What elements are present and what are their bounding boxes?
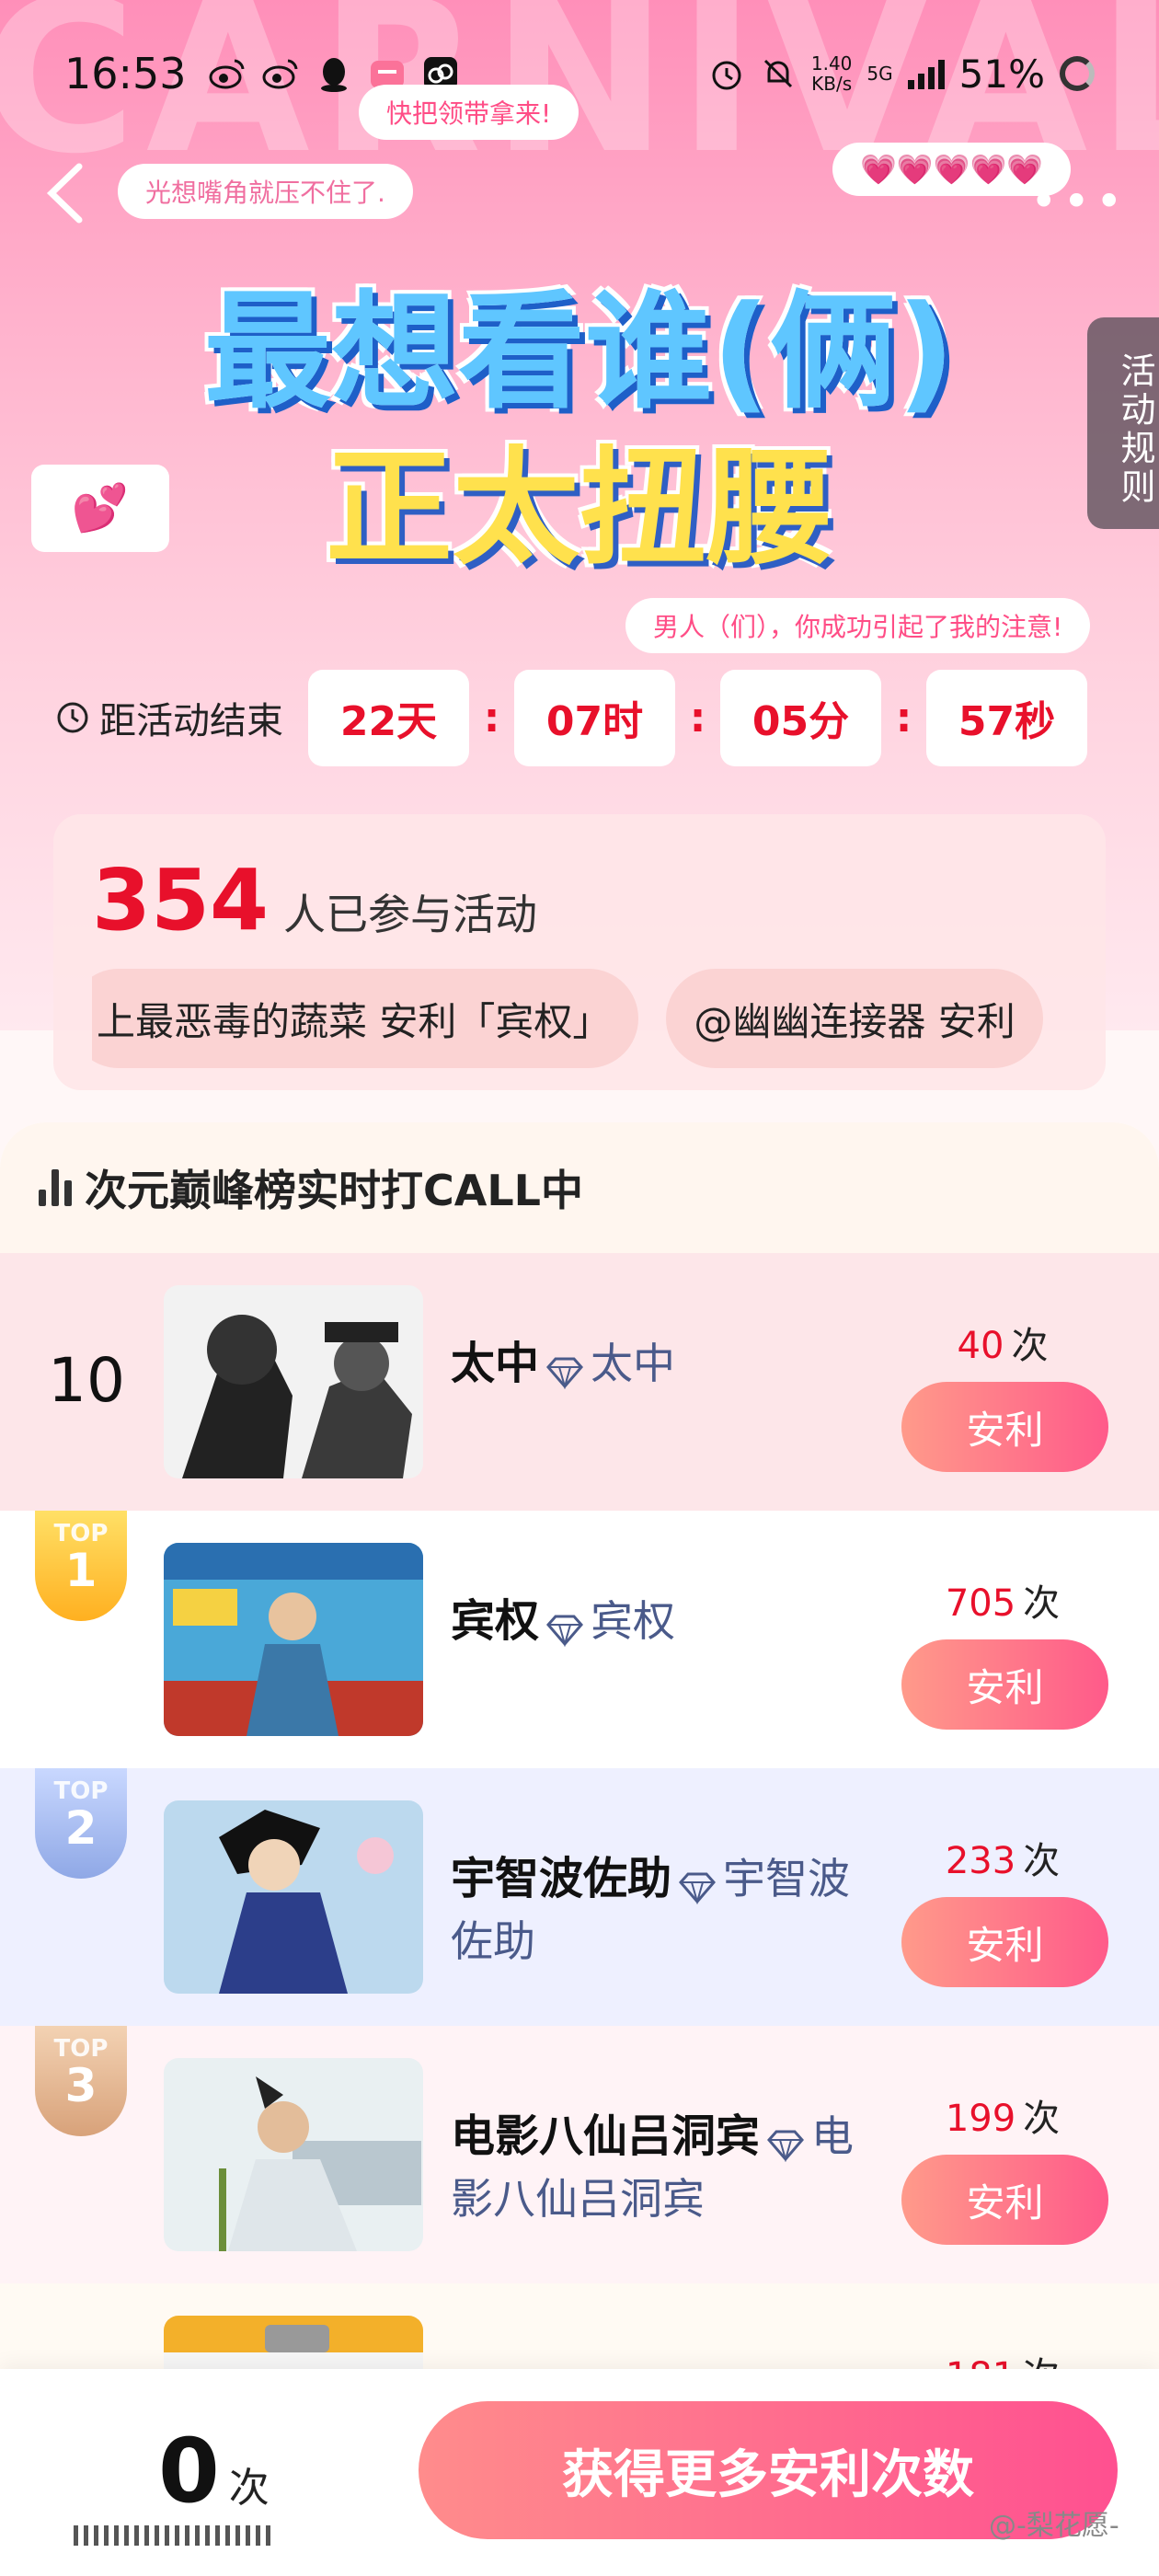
decorative-barcode [74, 2525, 270, 2546]
countdown-hours: 07时 [514, 669, 675, 766]
leaderboard-row: TOP 1 宾权 宾权 705 次 安利 [0, 1511, 1159, 1768]
my-remaining-count: 0次 [158, 2420, 270, 2523]
countdown-seconds: 57秒 [926, 669, 1087, 766]
countdown-days: 22天 [308, 669, 469, 766]
recommend-button[interactable]: 安利 [901, 1639, 1108, 1730]
participants-panel: 354 人已参与活动 上最恶毒的蔬菜 安利「宾权」 @幽幽连接器 安利 [53, 814, 1106, 1090]
qq-icon [316, 55, 352, 92]
character-name-area: 宇智波佐助 宇智波佐助 [451, 1842, 855, 1969]
character-subname: 宾权 [591, 1596, 676, 1646]
weibo-icon [209, 55, 246, 92]
diamond-icon [545, 1614, 585, 1650]
ticker-item: @幽幽连接器 安利 [666, 969, 1043, 1068]
watermark: @-梨花愿- [989, 2510, 1119, 2542]
leaderboard-header: 次元巅峰榜实时打CALL中 [0, 1122, 1159, 1253]
more-options-icon[interactable]: ••• [1030, 175, 1128, 228]
vote-count: 40 次 [957, 1325, 1049, 1367]
hearts-decoration: 💕 [31, 465, 169, 552]
bottom-bar: 0次 获得更多安利次数 @-梨花愿- [0, 2369, 1159, 2576]
character-name: 宇智波佐助 [451, 1853, 672, 1904]
leaderboard: 次元巅峰榜实时打CALL中 10 太中 太中 40 次 安利 TOP 1 宾权 宾权 7… [0, 1122, 1159, 2383]
alarm-icon [708, 55, 745, 92]
participants-number: 354 [92, 851, 270, 949]
character-thumbnail[interactable] [164, 1800, 423, 1994]
character-name-area: 太中 太中 [451, 1327, 855, 1393]
countdown-minutes: 05分 [720, 669, 881, 766]
status-time: 16:53 [64, 49, 187, 98]
character-name: 太中 [451, 1338, 540, 1389]
top1-badge: TOP 1 [35, 1511, 127, 1621]
recommend-button[interactable]: 安利 [901, 2155, 1108, 2245]
battery-percent: 51% [958, 51, 1045, 97]
recommend-button[interactable]: 安利 [901, 1382, 1108, 1472]
leaderboard-row: TOP 3 电影八仙吕洞宾 电影八仙吕洞宾 199 次 安利 [0, 2026, 1159, 2283]
back-button[interactable] [37, 156, 92, 230]
status-bar: 16:53 1.40 KB/s 5G 51% [0, 37, 1159, 110]
leaderboard-row: 181次 [0, 2283, 1159, 2383]
signal-icon [907, 58, 945, 89]
leaderboard-row: 10 太中 太中 40 次 安利 [0, 1253, 1159, 1511]
character-subname: 太中 [591, 1339, 676, 1388]
activity-rules-button[interactable]: 活动规则 [1087, 317, 1159, 529]
character-name: 宾权 [451, 1595, 540, 1647]
vote-count: 199 次 [945, 2098, 1061, 2140]
character-name-area: 电影八仙吕洞宾 电影八仙吕洞宾 [451, 2099, 855, 2226]
network-speed: 1.40 KB/s [810, 52, 853, 95]
participants-count: 354 人已参与活动 [92, 851, 537, 949]
leaderboard-row: TOP 2 宇智波佐助 宇智波佐助 233 次 安利 [0, 1768, 1159, 2026]
speech-bubble: 男人（们），你成功引起了我的注意! [625, 598, 1091, 653]
character-thumbnail[interactable] [164, 1285, 423, 1478]
weibo-icon [262, 55, 299, 92]
rank-number: 10 [48, 1345, 125, 1416]
diamond-icon [765, 2129, 806, 2166]
diamond-icon [545, 1356, 585, 1393]
character-thumbnail[interactable] [164, 2058, 423, 2251]
mute-icon [760, 55, 797, 92]
speech-bubble: 快把领带拿来! [359, 85, 580, 140]
vote-count: 705 次 [945, 1582, 1061, 1625]
top2-badge: TOP 2 [35, 1768, 127, 1879]
character-name-area: 宾权 宾权 [451, 1584, 855, 1650]
battery-icon [1060, 56, 1095, 91]
clock-icon [57, 702, 88, 733]
countdown-separator: : [895, 694, 912, 742]
chevron-left-icon [46, 163, 83, 224]
countdown: 距活动结束 22天 : 07时 : 05分 : 57秒 [55, 667, 1104, 768]
event-title-line2: 正太扭腰 [325, 434, 833, 582]
countdown-label: 距活动结束 [55, 691, 308, 744]
recommend-button[interactable]: 安利 [901, 1897, 1108, 1987]
character-name: 电影八仙吕洞宾 [451, 2110, 761, 2162]
countdown-separator: : [689, 694, 706, 742]
countdown-separator: : [483, 694, 500, 742]
bar-chart-icon [39, 1169, 72, 1206]
diamond-icon [677, 1871, 717, 1908]
vote-count: 233 次 [945, 1840, 1061, 1882]
activity-ticker: 上最恶毒的蔬菜 安利「宾权」 @幽幽连接器 安利 [92, 969, 1106, 1070]
speech-bubble: 光想嘴角就压不住了. [118, 164, 413, 219]
character-thumbnail[interactable] [164, 1543, 423, 1736]
top3-badge: TOP 3 [35, 2026, 127, 2136]
participants-label: 人已参与活动 [283, 890, 538, 939]
ticker-item: 上最恶毒的蔬菜 安利「宾权」 [92, 969, 639, 1068]
network-type: 5G [866, 63, 893, 85]
